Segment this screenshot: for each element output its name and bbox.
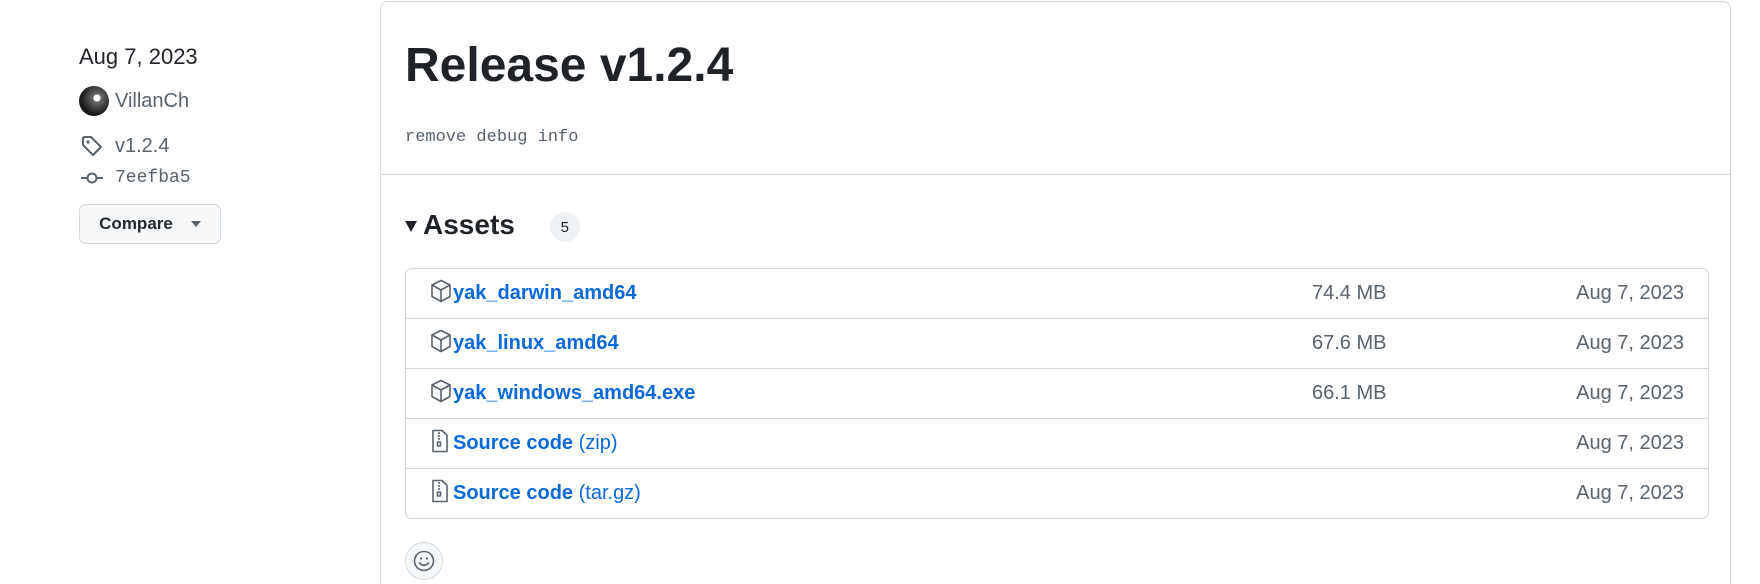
asset-date: Aug 7, 2023 <box>1576 382 1684 404</box>
asset-row: yak_darwin_amd64 74.4 MB Aug 7, 2023 <box>406 269 1708 318</box>
asset-size: 66.1 MB <box>1312 382 1387 404</box>
asset-row: yak_windows_amd64.exe 66.1 MB Aug 7, 2023 <box>406 368 1708 418</box>
assets-count-badge: 5 <box>549 212 580 242</box>
asset-name: yak_windows_amd64.exe <box>453 382 696 404</box>
asset-format: (tar.gz) <box>578 482 641 504</box>
release-header: Release v1.2.4 remove debug info <box>381 2 1730 175</box>
release-card: Release v1.2.4 remove debug info Assets … <box>380 1 1731 584</box>
asset-name: yak_darwin_amd64 <box>453 282 637 304</box>
asset-download-link[interactable]: yak_linux_amd64 <box>453 332 619 355</box>
assets-toggle[interactable]: Assets 5 <box>405 208 580 242</box>
file-zip-icon <box>430 479 452 503</box>
asset-download-link[interactable]: yak_windows_amd64.exe <box>453 382 695 405</box>
package-icon <box>430 379 452 403</box>
asset-name: Source code <box>453 482 574 504</box>
release-page: Aug 7, 2023 VillanCh v1.2.4 7eefba5 Comp… <box>0 0 1760 584</box>
assets-list: yak_darwin_amd64 74.4 MB Aug 7, 2023 yak_li… <box>405 268 1709 519</box>
commit-sha[interactable]: 7eefba5 <box>115 168 191 188</box>
release-date: Aug 7, 2023 <box>79 44 198 69</box>
release-notes: remove debug info <box>405 128 579 147</box>
triangle-down-icon <box>405 220 417 232</box>
assets-title: Assets <box>423 209 515 240</box>
compare-button[interactable]: Compare <box>79 204 221 244</box>
smiley-icon <box>413 550 435 572</box>
release-meta: Aug 7, 2023 VillanCh v1.2.4 7eefba5 Comp… <box>79 40 359 244</box>
asset-name: Source code <box>453 432 574 454</box>
tag-link[interactable]: v1.2.4 <box>79 130 359 162</box>
package-icon <box>430 279 452 303</box>
asset-format: (zip) <box>578 432 618 454</box>
asset-name: yak_linux_amd64 <box>453 332 619 354</box>
release-title: Release v1.2.4 <box>405 39 734 92</box>
asset-row: yak_linux_amd64 67.6 MB Aug 7, 2023 <box>406 318 1708 368</box>
asset-row: Source code (tar.gz) Aug 7, 2023 <box>406 468 1708 518</box>
asset-download-link[interactable]: Source code (zip) <box>453 432 618 455</box>
asset-date: Aug 7, 2023 <box>1576 432 1684 454</box>
add-reaction-button[interactable] <box>405 542 443 580</box>
compare-label: Compare <box>99 214 173 233</box>
author-link[interactable]: VillanCh <box>79 84 359 118</box>
asset-date: Aug 7, 2023 <box>1576 482 1684 504</box>
git-commit-icon <box>79 165 105 191</box>
asset-date: Aug 7, 2023 <box>1576 332 1684 354</box>
asset-download-link[interactable]: yak_darwin_amd64 <box>453 282 636 305</box>
author-name[interactable]: VillanCh <box>115 90 189 113</box>
package-icon <box>430 329 452 353</box>
avatar[interactable] <box>79 86 109 116</box>
file-zip-icon <box>430 429 452 453</box>
asset-row: Source code (zip) Aug 7, 2023 <box>406 418 1708 468</box>
asset-size: 74.4 MB <box>1312 282 1387 304</box>
asset-date: Aug 7, 2023 <box>1576 282 1684 304</box>
caret-down-icon <box>190 221 201 227</box>
asset-download-link[interactable]: Source code (tar.gz) <box>453 482 641 505</box>
tag-icon <box>79 133 105 159</box>
tag-name[interactable]: v1.2.4 <box>115 135 169 158</box>
asset-size: 67.6 MB <box>1312 332 1387 354</box>
commit-link[interactable]: 7eefba5 <box>79 164 359 192</box>
